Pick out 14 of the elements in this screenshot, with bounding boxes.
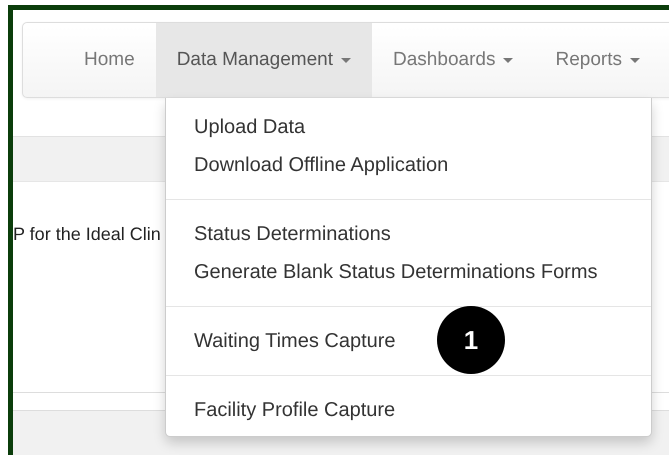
caret-icon: [341, 58, 352, 62]
menu-item[interactable]: Generate Blank Status Determinations Forms: [194, 253, 598, 291]
caret-icon: [503, 58, 514, 62]
nav-item[interactable]: Home: [63, 23, 156, 97]
nav-item[interactable]: Reports: [534, 23, 661, 97]
menu-item[interactable]: Upload Data: [194, 108, 306, 146]
menu-item[interactable]: Status Determinations: [194, 215, 391, 253]
nav-item[interactable]: Data Management: [156, 23, 372, 97]
menu-item[interactable]: Facility Profile Capture: [194, 391, 396, 429]
caret-icon: [630, 58, 640, 62]
menu-item[interactable]: Download Offline Application: [194, 146, 448, 184]
menu-item[interactable]: Waiting Times Capture: [194, 322, 396, 360]
content-text: P for the Ideal Clin: [13, 224, 161, 244]
nav-item[interactable]: Dashboards: [372, 23, 534, 97]
